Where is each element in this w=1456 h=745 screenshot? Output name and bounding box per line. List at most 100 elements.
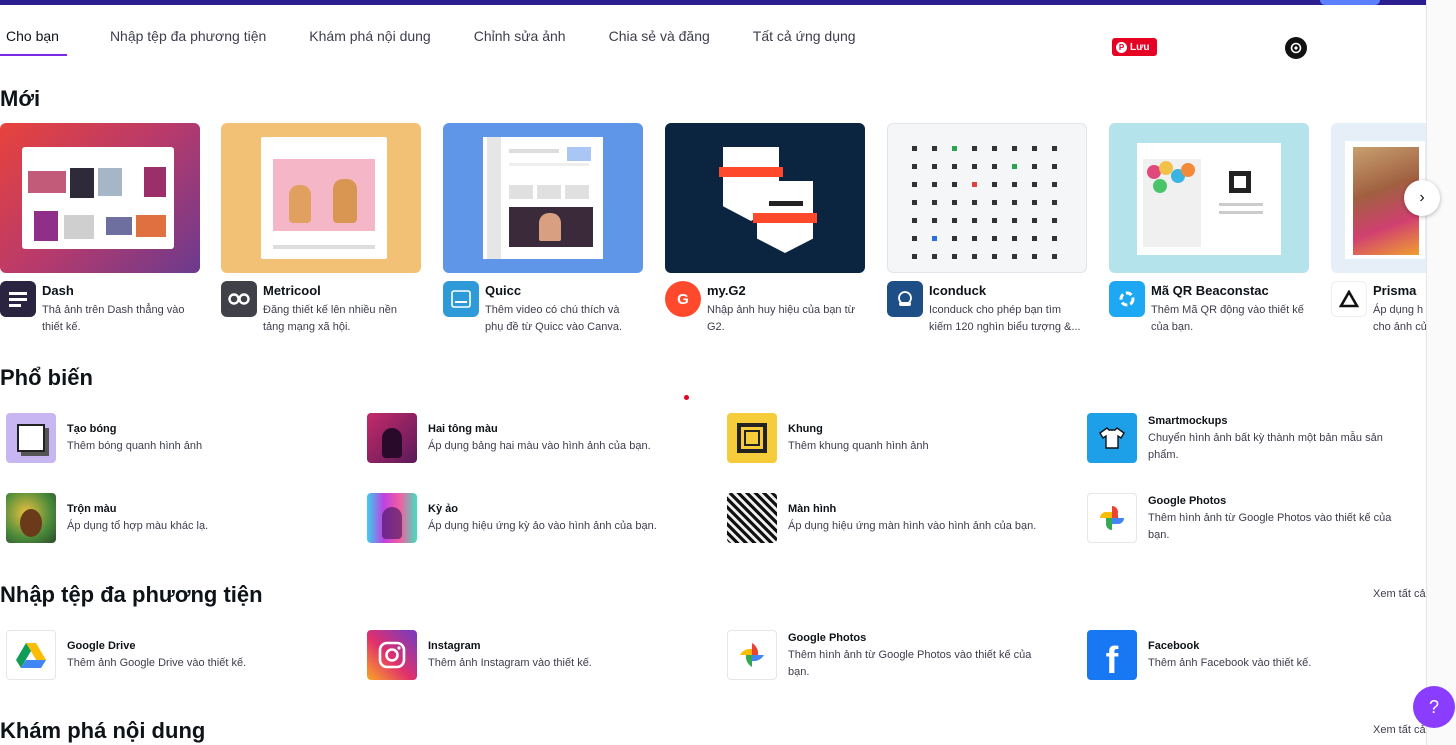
app-card-iconduck[interactable]: Iconduck Iconduck cho phép bạn tìm kiếm …: [887, 123, 1087, 337]
tab-explore-content[interactable]: Khám phá nội dung: [309, 22, 430, 56]
tab-import-media[interactable]: Nhập tệp đa phương tiện: [110, 22, 266, 56]
item-title: Smartmockups: [1148, 415, 1228, 427]
g2-app-icon: G: [665, 281, 701, 317]
facebook-icon: f: [1087, 630, 1137, 680]
google-drive-icon: [6, 630, 56, 680]
quicc-app-icon: [443, 281, 479, 317]
item-description: Thêm ảnh Instagram vào thiết kế.: [428, 657, 592, 669]
item-description: Thêm khung quanh hình ảnh: [788, 440, 929, 452]
app-item-facebook[interactable]: f Facebook Thêm ảnh Facebook vào thiết k…: [1081, 630, 1421, 682]
app-name: Prisma: [1373, 283, 1417, 298]
frame-icon: [727, 413, 777, 463]
glitch-icon: [367, 493, 417, 543]
item-title: Google Photos: [1148, 495, 1227, 507]
lens-icon: [1290, 42, 1302, 54]
item-description: Chuyển hình ảnh bất kỳ thành một bản mẫu…: [1148, 432, 1383, 461]
app-card-myg2[interactable]: G my.G2 Nhập ảnh huy hiệu của bạn từ G2.: [665, 123, 865, 337]
app-card-metricool[interactable]: Metricool Đăng thiết kế lên nhiều nền tả…: [221, 123, 421, 337]
google-photos-icon: [1087, 493, 1137, 543]
screen-effect-icon: [727, 493, 777, 543]
item-title: Hai tông màu: [428, 423, 498, 435]
app-name: Quicc: [485, 283, 522, 298]
indicator-dot: [684, 395, 689, 400]
top-bar-highlight: [1320, 0, 1380, 5]
beaconstac-thumbnail: [1109, 123, 1309, 273]
app-name: Mã QR Beaconstac: [1151, 283, 1269, 298]
app-item-duotone[interactable]: Hai tông màu Áp dụng bảng hai màu vào hì…: [361, 413, 701, 465]
app-item-smartmockups[interactable]: Smartmockups Chuyển hình ảnh bất kỳ thàn…: [1081, 413, 1421, 465]
top-color-bar: [0, 0, 1426, 5]
item-title: Facebook: [1148, 640, 1200, 652]
metricool-app-icon: [221, 281, 257, 317]
iconduck-app-icon: [887, 281, 923, 317]
tab-photo-editing[interactable]: Chỉnh sửa ảnh: [474, 22, 566, 56]
lens-search-button[interactable]: [1285, 37, 1307, 59]
app-item-man-hinh[interactable]: Màn hình Áp dụng hiệu ứng màn hình vào h…: [721, 493, 1061, 545]
carousel-next-button[interactable]: ›: [1404, 180, 1440, 216]
prisma-app-icon: [1331, 281, 1367, 317]
shadow-icon: [6, 413, 56, 463]
item-description: Áp dụng hiệu ứng màn hình vào hình ảnh c…: [788, 520, 1037, 532]
app-item-google-photos[interactable]: Google Photos Thêm hình ảnh từ Google Ph…: [1081, 493, 1421, 545]
app-item-google-drive[interactable]: Google Drive Thêm ảnh Google Drive vào t…: [0, 630, 340, 682]
app-card-dash[interactable]: Dash Thả ảnh trên Dash thẳng vào thiết k…: [0, 123, 200, 337]
item-title: Kỳ ảo: [428, 503, 458, 515]
see-all-explore-link[interactable]: Xem tất cả: [1373, 724, 1426, 736]
help-icon: ?: [1428, 696, 1439, 717]
item-title: Google Photos: [788, 632, 867, 644]
app-name: Iconduck: [929, 283, 987, 298]
item-title: Trộn màu: [67, 503, 117, 515]
item-description: Thêm ảnh Facebook vào thiết kế.: [1148, 657, 1312, 669]
app-item-google-photos-import[interactable]: Google Photos Thêm hình ảnh từ Google Ph…: [721, 630, 1061, 682]
pinterest-save-button[interactable]: P Lưu: [1112, 38, 1158, 56]
app-item-tao-bong[interactable]: Tạo bóng Thêm bóng quanh hình ảnh: [0, 413, 340, 465]
item-description: Thêm bóng quanh hình ảnh: [67, 440, 203, 452]
scrollbar[interactable]: [1426, 0, 1456, 745]
app-description: Đăng thiết kế lên nhiều nền tảng mạng xã…: [263, 304, 397, 333]
pinterest-save-label: Lưu: [1130, 41, 1150, 53]
app-description: Iconduck cho phép bạn tìm kiếm 120 nghìn…: [929, 304, 1081, 333]
quicc-thumbnail: [443, 123, 643, 273]
item-title: Tạo bóng: [67, 423, 117, 435]
beaconstac-app-icon: [1109, 281, 1145, 317]
app-description: Thêm Mã QR động vào thiết kế của bạn.: [1151, 304, 1304, 333]
help-button[interactable]: ?: [1413, 686, 1455, 728]
google-photos-icon: [727, 630, 777, 680]
section-title-new: Mới: [0, 86, 41, 111]
item-description: Áp dụng tổ hợp màu khác lạ.: [67, 520, 209, 532]
tshirt-icon: [1087, 413, 1137, 463]
section-title-explore: Khám phá nội dung: [0, 718, 206, 743]
app-description: Thả ảnh trên Dash thẳng vào thiết kế.: [42, 304, 185, 333]
item-title: Google Drive: [67, 640, 136, 652]
app-item-ky-ao[interactable]: Kỳ ảo Áp dụng hiệu ứng kỳ ảo vào hình ản…: [361, 493, 701, 545]
duotone-icon: [367, 413, 417, 463]
item-description: Áp dụng bảng hai màu vào hình ảnh của bạ…: [428, 440, 651, 452]
myg2-thumbnail: [665, 123, 865, 273]
app-card-beaconstac[interactable]: Mã QR Beaconstac Thêm Mã QR động vào thi…: [1109, 123, 1309, 337]
item-title: Khung: [788, 423, 823, 435]
pinterest-icon: P: [1116, 41, 1127, 53]
tab-share-publish[interactable]: Chia sẻ và đăng: [609, 22, 710, 56]
tab-for-you[interactable]: Cho bạn: [0, 22, 67, 56]
app-description: Thêm video có chú thích và phụ đề từ Qui…: [485, 304, 622, 333]
colormix-icon: [6, 493, 56, 543]
section-title-import: Nhập tệp đa phương tiện: [0, 582, 263, 607]
tab-all-apps[interactable]: Tất cả ứng dụng: [753, 22, 856, 56]
dash-thumbnail: [0, 123, 200, 273]
app-description: Áp dụng h cho ảnh củ: [1373, 304, 1426, 333]
app-name: Metricool: [263, 283, 321, 298]
app-name: my.G2: [707, 283, 746, 298]
app-card-quicc[interactable]: Quicc Thêm video có chú thích và phụ đề …: [443, 123, 643, 337]
item-title: Màn hình: [788, 503, 837, 515]
app-card-prisma[interactable]: Prisma Áp dụng h cho ảnh củ: [1331, 123, 1426, 337]
chevron-right-icon: ›: [1419, 189, 1425, 206]
item-description: Thêm ảnh Google Drive vào thiết kế.: [67, 657, 247, 669]
app-item-tron-mau[interactable]: Trộn màu Áp dụng tổ hợp màu khác lạ.: [0, 493, 340, 545]
section-title-popular: Phổ biến: [0, 365, 93, 390]
see-all-import-link[interactable]: Xem tất cả: [1373, 588, 1426, 600]
app-item-khung[interactable]: Khung Thêm khung quanh hình ảnh: [721, 413, 1061, 465]
item-title: Instagram: [428, 640, 481, 652]
instagram-icon: [367, 630, 417, 680]
app-item-instagram[interactable]: Instagram Thêm ảnh Instagram vào thiết k…: [361, 630, 701, 682]
iconduck-thumbnail: [887, 123, 1087, 273]
